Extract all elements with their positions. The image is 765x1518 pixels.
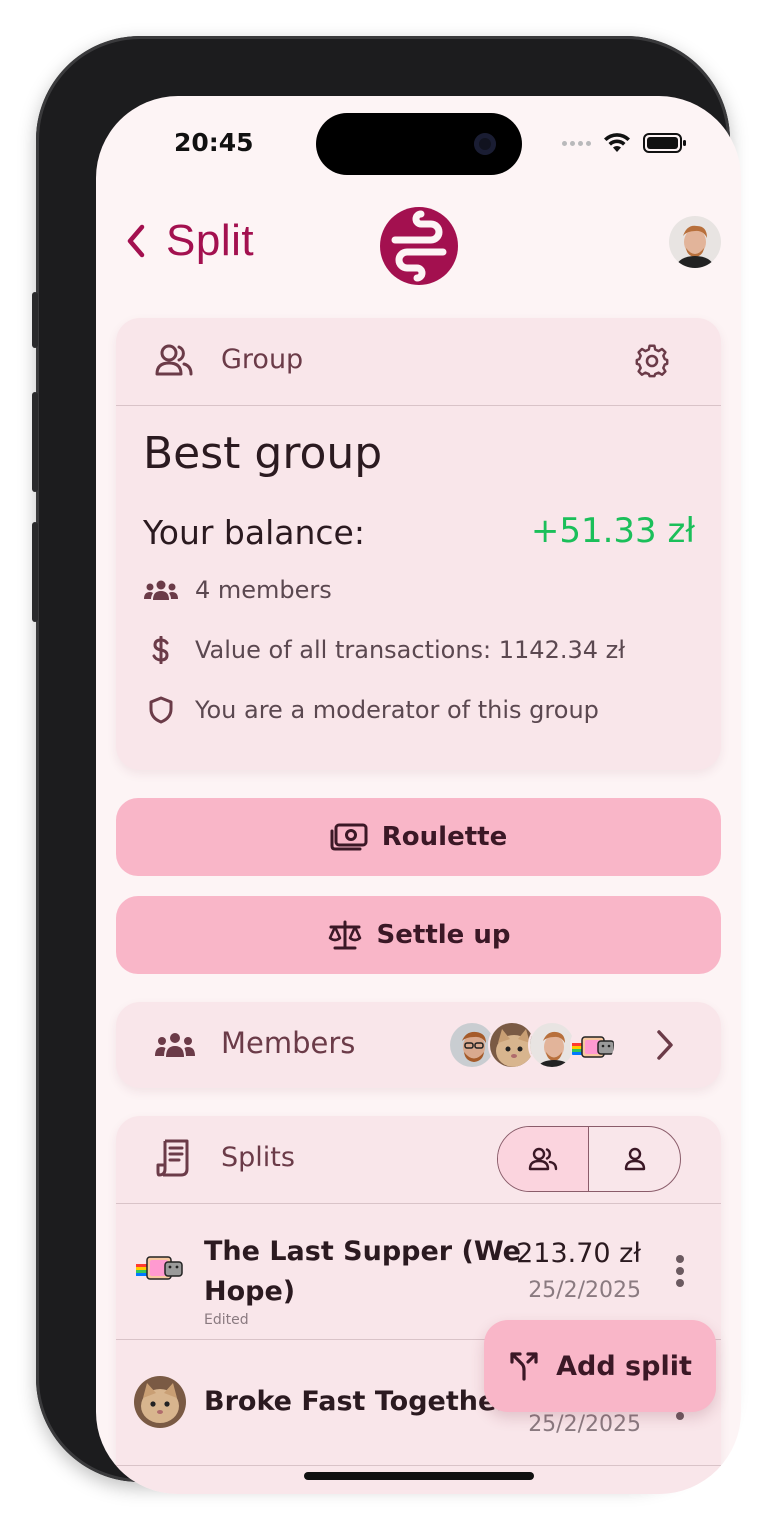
split-amount: 213.70 zł xyxy=(516,1238,641,1269)
split-avatar xyxy=(134,1244,186,1296)
split-edited-label: Edited xyxy=(204,1312,249,1328)
status-time: 20:45 xyxy=(174,128,254,157)
settle-up-button[interactable]: Settle up xyxy=(116,896,721,974)
member-avatar xyxy=(568,1021,616,1069)
split-title: Broke Fast Together xyxy=(204,1386,510,1417)
member-avatars xyxy=(448,1021,618,1069)
wifi-icon xyxy=(604,133,630,152)
split-title: The Last Supper (We Hope) xyxy=(204,1232,521,1312)
status-icons xyxy=(562,132,687,154)
group-section-label: Group xyxy=(221,344,304,375)
members-count-row: 4 members xyxy=(143,576,332,604)
transactions-value-text: Value of all transactions: 1142.34 zł xyxy=(195,636,626,664)
back-button[interactable]: Split xyxy=(122,216,254,266)
settle-up-label: Settle up xyxy=(376,920,511,950)
phone-frame: 20:45 Split Group Best group Your balanc… xyxy=(32,36,741,1494)
split-avatar xyxy=(134,1376,186,1428)
group-card: Group Best group Your balance: +51.33 zł xyxy=(116,318,721,770)
split-arrows-icon xyxy=(510,1352,538,1381)
scale-icon xyxy=(328,920,361,950)
users-icon xyxy=(155,344,193,376)
splits-card: Splits The Last Supper (We Hope) Edited … xyxy=(116,1116,721,1494)
app-logo xyxy=(380,207,458,285)
user-icon xyxy=(624,1147,645,1171)
balance-label: Your balance: xyxy=(143,513,365,552)
dynamic-island xyxy=(316,113,522,175)
battery-icon xyxy=(643,133,686,153)
dollar-icon xyxy=(143,636,179,664)
app-header: Split xyxy=(96,206,741,306)
moderator-row: You are a moderator of this group xyxy=(143,696,599,724)
group-name: Best group xyxy=(143,428,383,479)
volume-down-button xyxy=(32,522,38,622)
front-camera xyxy=(474,133,496,155)
add-split-button[interactable]: Add split xyxy=(484,1320,716,1412)
status-bar: 20:45 xyxy=(96,96,741,206)
money-icon xyxy=(330,823,368,851)
split-date: 25/2/2025 xyxy=(528,1412,641,1437)
back-label: Split xyxy=(166,216,255,265)
moderator-text: You are a moderator of this group xyxy=(195,696,599,724)
users-icon xyxy=(528,1147,558,1171)
shield-icon xyxy=(143,696,179,724)
app-screen: 20:45 Split Group Best group Your balanc… xyxy=(96,96,741,1494)
user-avatar[interactable] xyxy=(669,216,721,268)
filter-personal-option[interactable] xyxy=(589,1127,680,1191)
cellular-signal-icon xyxy=(562,140,591,146)
receipt-icon xyxy=(156,1139,189,1177)
add-split-label: Add split xyxy=(556,1350,692,1382)
group-card-header: Group xyxy=(116,318,721,406)
members-count-text: 4 members xyxy=(195,576,332,604)
splits-filter-toggle xyxy=(497,1126,681,1192)
more-options-icon[interactable] xyxy=(675,1255,685,1287)
gear-icon[interactable] xyxy=(635,344,669,378)
splits-label: Splits xyxy=(221,1142,295,1173)
filter-group-option[interactable] xyxy=(498,1127,589,1191)
roulette-button[interactable]: Roulette xyxy=(116,798,721,876)
members-card[interactable]: Members xyxy=(116,1002,721,1088)
chevron-left-icon xyxy=(127,224,145,258)
members-label: Members xyxy=(221,1026,356,1060)
action-button xyxy=(32,292,38,348)
balance-value: +51.33 zł xyxy=(530,511,695,551)
split-title-line: The Last Supper (We xyxy=(204,1236,521,1267)
user-group-icon xyxy=(155,1033,195,1057)
roulette-label: Roulette xyxy=(381,822,508,852)
split-date: 25/2/2025 xyxy=(528,1278,641,1303)
chevron-right-icon xyxy=(657,1030,673,1060)
user-group-icon xyxy=(143,576,179,604)
home-indicator[interactable] xyxy=(304,1472,534,1480)
split-title-line: Hope) xyxy=(204,1276,296,1307)
transactions-value-row: Value of all transactions: 1142.34 zł xyxy=(143,636,625,664)
splits-card-header: Splits xyxy=(116,1116,721,1204)
volume-up-button xyxy=(32,392,38,492)
